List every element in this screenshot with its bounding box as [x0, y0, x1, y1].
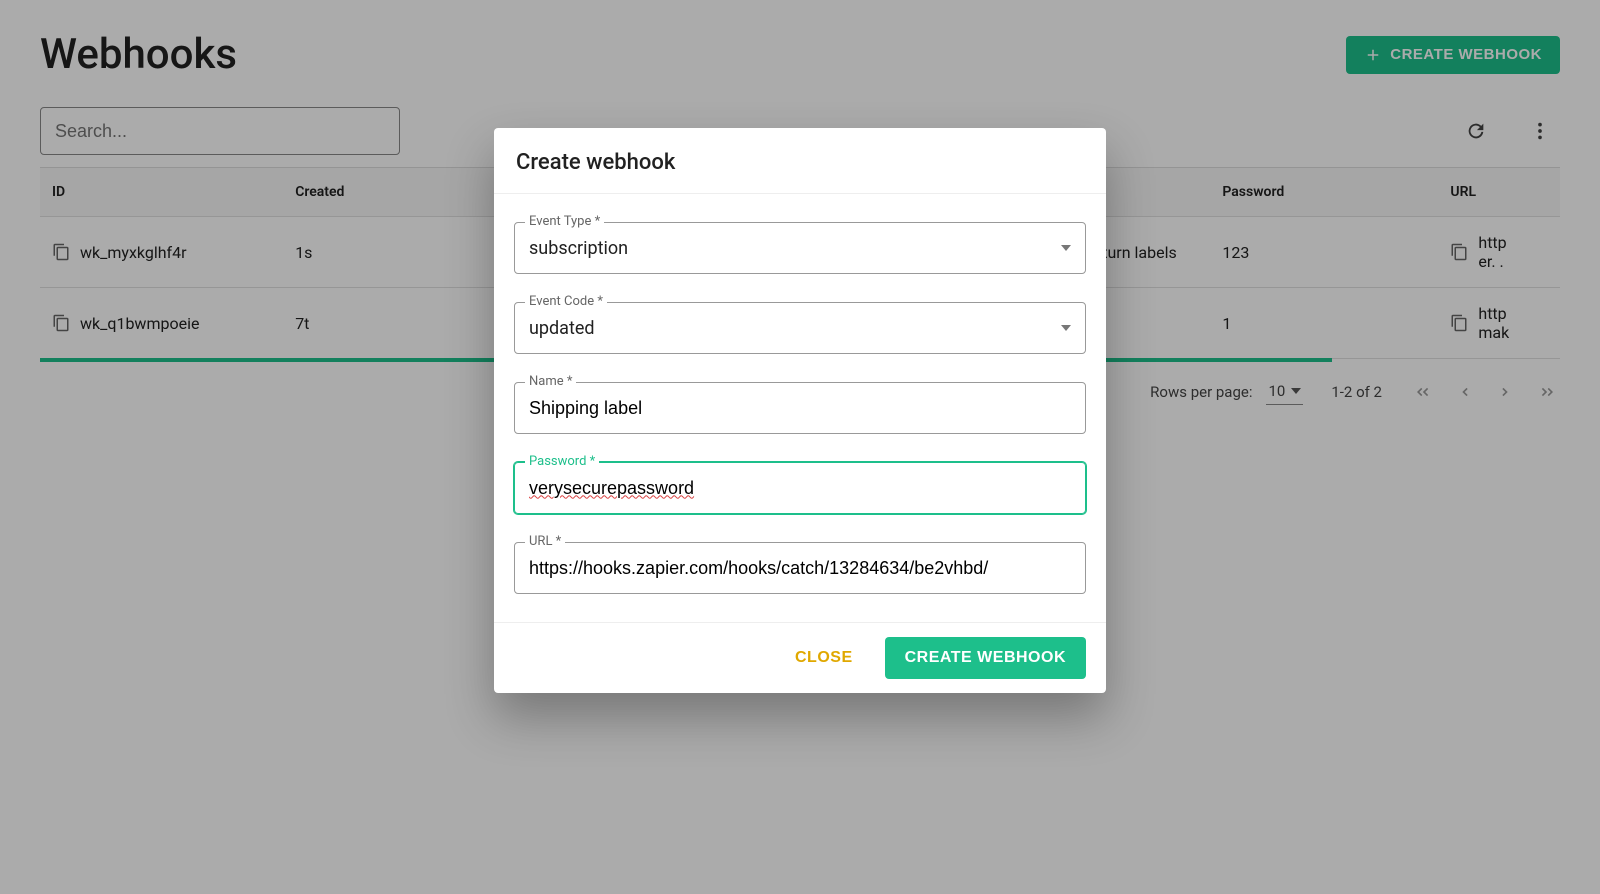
create-webhook-submit[interactable]: CREATE WEBHOOK: [885, 637, 1086, 679]
password-label: Password *: [525, 454, 599, 469]
password-input[interactable]: [529, 478, 1071, 499]
close-button[interactable]: CLOSE: [781, 637, 867, 679]
create-webhook-dialog: Create webhook Event Type * subscription…: [494, 128, 1106, 693]
url-input[interactable]: [529, 558, 1071, 579]
event-code-select[interactable]: Event Code * updated: [514, 302, 1086, 354]
modal-overlay[interactable]: Create webhook Event Type * subscription…: [0, 0, 1600, 894]
event-code-label: Event Code *: [525, 294, 607, 309]
name-input[interactable]: [529, 398, 1071, 419]
password-field-wrap: Password *: [514, 462, 1086, 514]
event-type-value: subscription: [529, 238, 1053, 259]
event-type-select[interactable]: Event Type * subscription: [514, 222, 1086, 274]
dialog-title: Create webhook: [494, 128, 1106, 194]
event-code-value: updated: [529, 318, 1053, 339]
event-type-label: Event Type *: [525, 214, 604, 229]
url-label: URL *: [525, 534, 565, 549]
chevron-down-icon: [1061, 245, 1071, 251]
name-label: Name *: [525, 374, 576, 389]
chevron-down-icon: [1061, 325, 1071, 331]
name-field-wrap: Name *: [514, 382, 1086, 434]
url-field-wrap: URL *: [514, 542, 1086, 594]
